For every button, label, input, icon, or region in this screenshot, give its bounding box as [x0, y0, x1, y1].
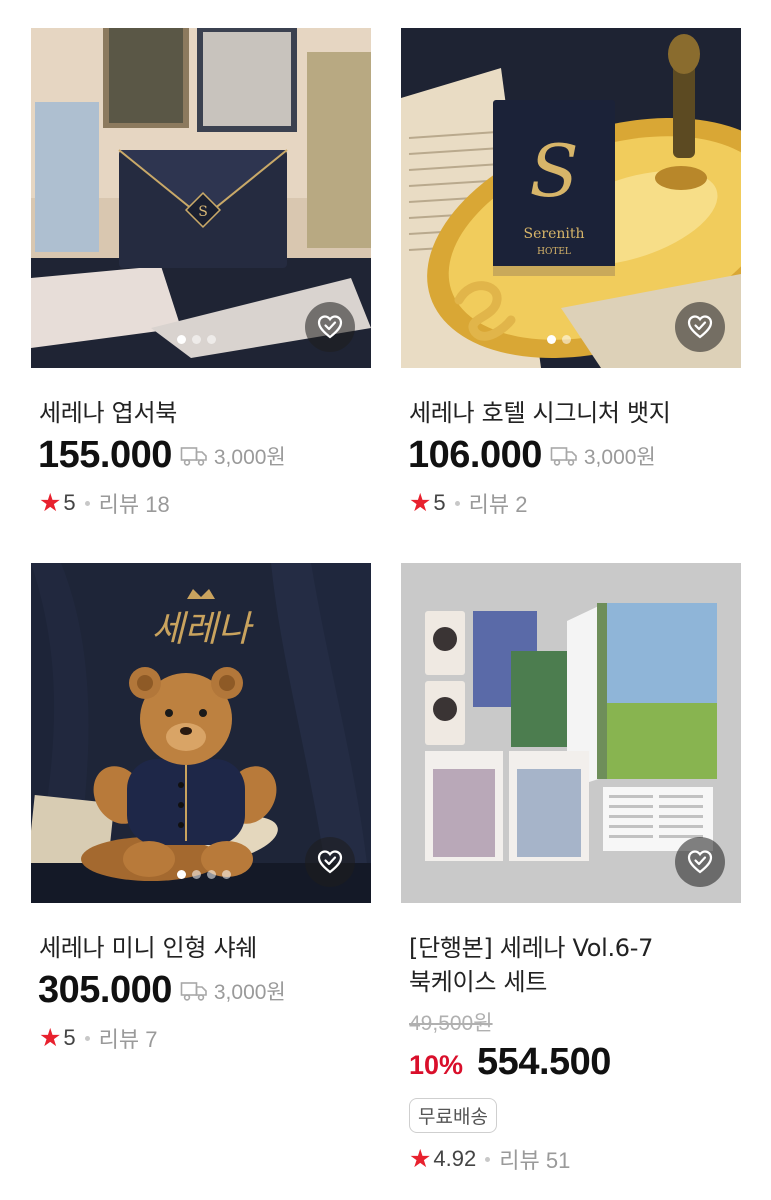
separator-dot: [84, 500, 90, 506]
carousel-dot[interactable]: [562, 335, 571, 344]
product-title-line-2: 북케이스 세트: [409, 968, 548, 996]
wishlist-button[interactable]: [675, 302, 725, 352]
product-price: 106.000: [408, 434, 542, 476]
shipping-fee-text: 3,000원: [213, 981, 286, 1004]
product-card-mini-doll[interactable]: 세레나 세레나 미니 인형 샤쉐 305.000 3,000원 ★ 5 리뷰 7: [31, 563, 371, 1054]
rating-row: ★ 4.92 리뷰 51: [409, 1143, 741, 1175]
review-count[interactable]: 리뷰 18: [99, 487, 170, 519]
star-icon: ★: [39, 488, 62, 517]
heart-check-icon: [687, 850, 713, 874]
price-row: 155.000 3,000원: [38, 434, 371, 477]
product-image[interactable]: [401, 563, 741, 903]
price-row: 305.000 3,000원: [38, 969, 371, 1012]
carousel-dot[interactable]: [207, 870, 216, 879]
carousel-dot-active[interactable]: [177, 870, 186, 879]
postcard-emblem-text: S: [198, 204, 208, 220]
heart-check-icon: [317, 315, 343, 339]
separator-dot: [84, 1035, 90, 1041]
truck-icon: [550, 447, 577, 466]
carousel-dot[interactable]: [192, 870, 201, 879]
rating-row: ★ 5 리뷰 18: [39, 487, 371, 519]
truck-icon: [180, 982, 207, 1001]
wishlist-button[interactable]: [305, 837, 355, 887]
wishlist-button[interactable]: [675, 837, 725, 887]
discount-rate: 10%: [409, 1050, 464, 1080]
hotel-card-letter: S: [529, 129, 578, 213]
price-row: 106.000 3,000원: [408, 434, 741, 477]
hotel-card-hotel: HOTEL: [537, 247, 571, 257]
shipping-fee: 3,000원: [180, 441, 286, 471]
shipping-fee: 3,000원: [550, 441, 656, 471]
rating-score: 4.92: [433, 1146, 477, 1171]
heart-check-icon: [687, 315, 713, 339]
star-icon: ★: [409, 1144, 432, 1173]
rating-row: ★ 5 리뷰 7: [39, 1022, 371, 1054]
product-price: 155.000: [38, 434, 172, 476]
heart-check-icon: [317, 850, 343, 874]
carousel-dots[interactable]: [177, 335, 216, 344]
product-title[interactable]: 세레나 호텔 시그니처 뱃지: [409, 396, 741, 430]
hotel-card-name: Serenith: [524, 226, 585, 242]
free-shipping-badge: 무료배송: [409, 1098, 497, 1133]
shipping-fee-text: 3,000원: [213, 446, 286, 469]
product-image[interactable]: S Serenith HOTEL: [401, 28, 741, 368]
carousel-dot[interactable]: [222, 870, 231, 879]
carousel-dot[interactable]: [207, 335, 216, 344]
carousel-dot-active[interactable]: [547, 335, 556, 344]
rating-score: 5: [63, 490, 76, 515]
carousel-dot-active[interactable]: [177, 335, 186, 344]
doll-logo-text: 세레나: [151, 609, 254, 650]
separator-dot: [454, 500, 460, 506]
carousel-dots[interactable]: [547, 335, 571, 344]
product-price: 305.000: [38, 969, 172, 1011]
discount-price-row: 10% 554.500: [409, 1041, 741, 1084]
star-icon: ★: [409, 488, 432, 517]
product-title-line-1: [단행본] 세레나 Vol.6-7: [409, 934, 654, 962]
product-title[interactable]: 세레나 엽서북: [39, 396, 371, 430]
carousel-dot[interactable]: [192, 335, 201, 344]
product-image[interactable]: S: [31, 28, 371, 368]
shipping-fee-text: 3,000원: [583, 446, 656, 469]
product-card-bookcase-set[interactable]: [단행본] 세레나 Vol.6-7 북케이스 세트 49,500원 10% 55…: [401, 563, 741, 1175]
rating-row: ★ 5 리뷰 2: [409, 487, 741, 519]
separator-dot: [485, 1156, 491, 1162]
original-price: 49,500원: [409, 1012, 493, 1035]
product-title[interactable]: [단행본] 세레나 Vol.6-7 북케이스 세트: [409, 931, 709, 999]
product-price: 554.500: [477, 1041, 611, 1083]
carousel-dots[interactable]: [177, 870, 231, 879]
shipping-fee: 3,000원: [180, 976, 286, 1006]
product-title[interactable]: 세레나 미니 인형 샤쉐: [39, 931, 371, 965]
rating-score: 5: [433, 490, 446, 515]
star-icon: ★: [39, 1023, 62, 1052]
product-card-hotel-badge[interactable]: S Serenith HOTEL 세레나 호텔 시그니처 뱃지 106.000: [401, 28, 741, 519]
review-count[interactable]: 리뷰 2: [469, 487, 528, 519]
truck-icon: [180, 447, 207, 466]
rating-score: 5: [63, 1025, 76, 1050]
product-card-postcard-book[interactable]: S 세레나 엽서북 155.000 3,000원 ★ 5 리뷰 18: [31, 28, 371, 519]
review-count[interactable]: 리뷰 51: [499, 1143, 570, 1175]
review-count[interactable]: 리뷰 7: [99, 1022, 158, 1054]
wishlist-button[interactable]: [305, 302, 355, 352]
product-image[interactable]: 세레나: [31, 563, 371, 903]
